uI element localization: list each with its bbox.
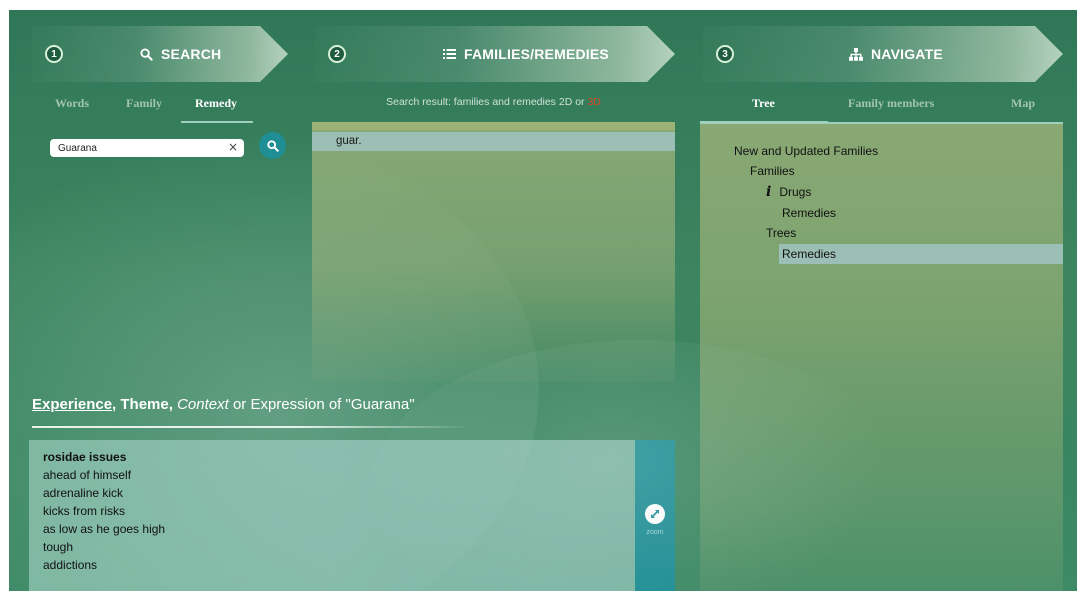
step-title: SEARCH: [161, 46, 222, 62]
results-caption: Search result: families and remedies 2D …: [312, 96, 675, 108]
tab-family-members[interactable]: Family members: [848, 96, 934, 111]
results-caption-text: Search result: families and remedies 2D …: [386, 96, 588, 108]
tree-item-label: Remedies: [782, 247, 837, 261]
tree-item-new-updated-families[interactable]: New and Updated Families: [734, 144, 878, 158]
tree-panel: New and Updated Families Families i Drugs…: [700, 122, 1063, 591]
experience-heading: Experience, Theme, Context or Expression…: [32, 396, 415, 413]
heading-experience[interactable]: Experience,: [32, 396, 116, 413]
experience-line: tough: [43, 540, 74, 554]
experience-line: adrenaline kick: [43, 486, 124, 500]
heading-context[interactable]: Context: [177, 396, 229, 413]
step-search-header: 1 SEARCH: [32, 26, 288, 82]
experience-line: rosidae issues: [43, 450, 127, 464]
tree-item-trees[interactable]: Trees: [766, 226, 796, 240]
tree-item-remedies[interactable]: Remedies: [782, 206, 836, 220]
experience-line: kicks from risks: [43, 504, 125, 518]
active-tab-indicator: [181, 121, 253, 123]
step-title: NAVIGATE: [871, 46, 943, 62]
search-icon: [266, 139, 279, 152]
zoom-button[interactable]: [645, 504, 665, 524]
tree-item-label: Drugs: [779, 185, 812, 199]
results-panel: guar.: [312, 122, 675, 382]
info-icon[interactable]: i: [766, 184, 771, 200]
tab-family[interactable]: Family: [126, 96, 162, 111]
experience-line: ahead of himself: [43, 468, 132, 482]
tab-words[interactable]: Words: [55, 96, 89, 111]
list-icon: [443, 48, 456, 60]
expand-icon: [651, 510, 659, 518]
search-button[interactable]: [259, 132, 286, 159]
results-panel-topbar: [312, 122, 675, 130]
clear-icon[interactable]: ×: [228, 140, 238, 154]
heading-theme[interactable]: Theme,: [120, 396, 173, 413]
experience-line: addictions: [43, 558, 98, 572]
experience-line: as low as he goes high: [43, 522, 166, 536]
step-number-badge: 2: [328, 45, 346, 63]
tab-remedy[interactable]: Remedy: [195, 96, 237, 111]
step-title: FAMILIES/REMEDIES: [464, 46, 609, 62]
tree-item-remedies-selected[interactable]: Remedies: [779, 244, 1063, 264]
tab-tree[interactable]: Tree: [752, 96, 775, 111]
heading-rest: or Expression of "Guarana": [228, 396, 415, 413]
step-navigate-header: 3 NAVIGATE: [703, 26, 1063, 82]
experience-panel: rosidae issues ahead of himself adrenali…: [29, 440, 635, 591]
search-icon: [140, 48, 153, 61]
search-field: ×: [50, 139, 244, 157]
heading-divider: [32, 426, 472, 428]
app-window: 1 SEARCH 2 FAMILIES/REMEDIES 3 NAVIGATE …: [9, 10, 1077, 591]
zoom-label: zoom: [646, 529, 664, 536]
step-number-badge: 3: [716, 45, 734, 63]
zoom-strip: zoom: [635, 440, 675, 591]
tree-item-families[interactable]: Families: [750, 164, 795, 178]
step-families-header: 2 FAMILIES/REMEDIES: [315, 26, 675, 82]
sitemap-icon: [849, 48, 863, 61]
step-number-badge: 1: [45, 45, 63, 63]
result-item[interactable]: guar.: [312, 132, 675, 151]
view-3d-link[interactable]: 3D: [587, 96, 600, 108]
tab-map[interactable]: Map: [1011, 96, 1035, 111]
search-input[interactable]: [50, 139, 225, 157]
tree-item-drugs[interactable]: i Drugs: [766, 184, 811, 200]
